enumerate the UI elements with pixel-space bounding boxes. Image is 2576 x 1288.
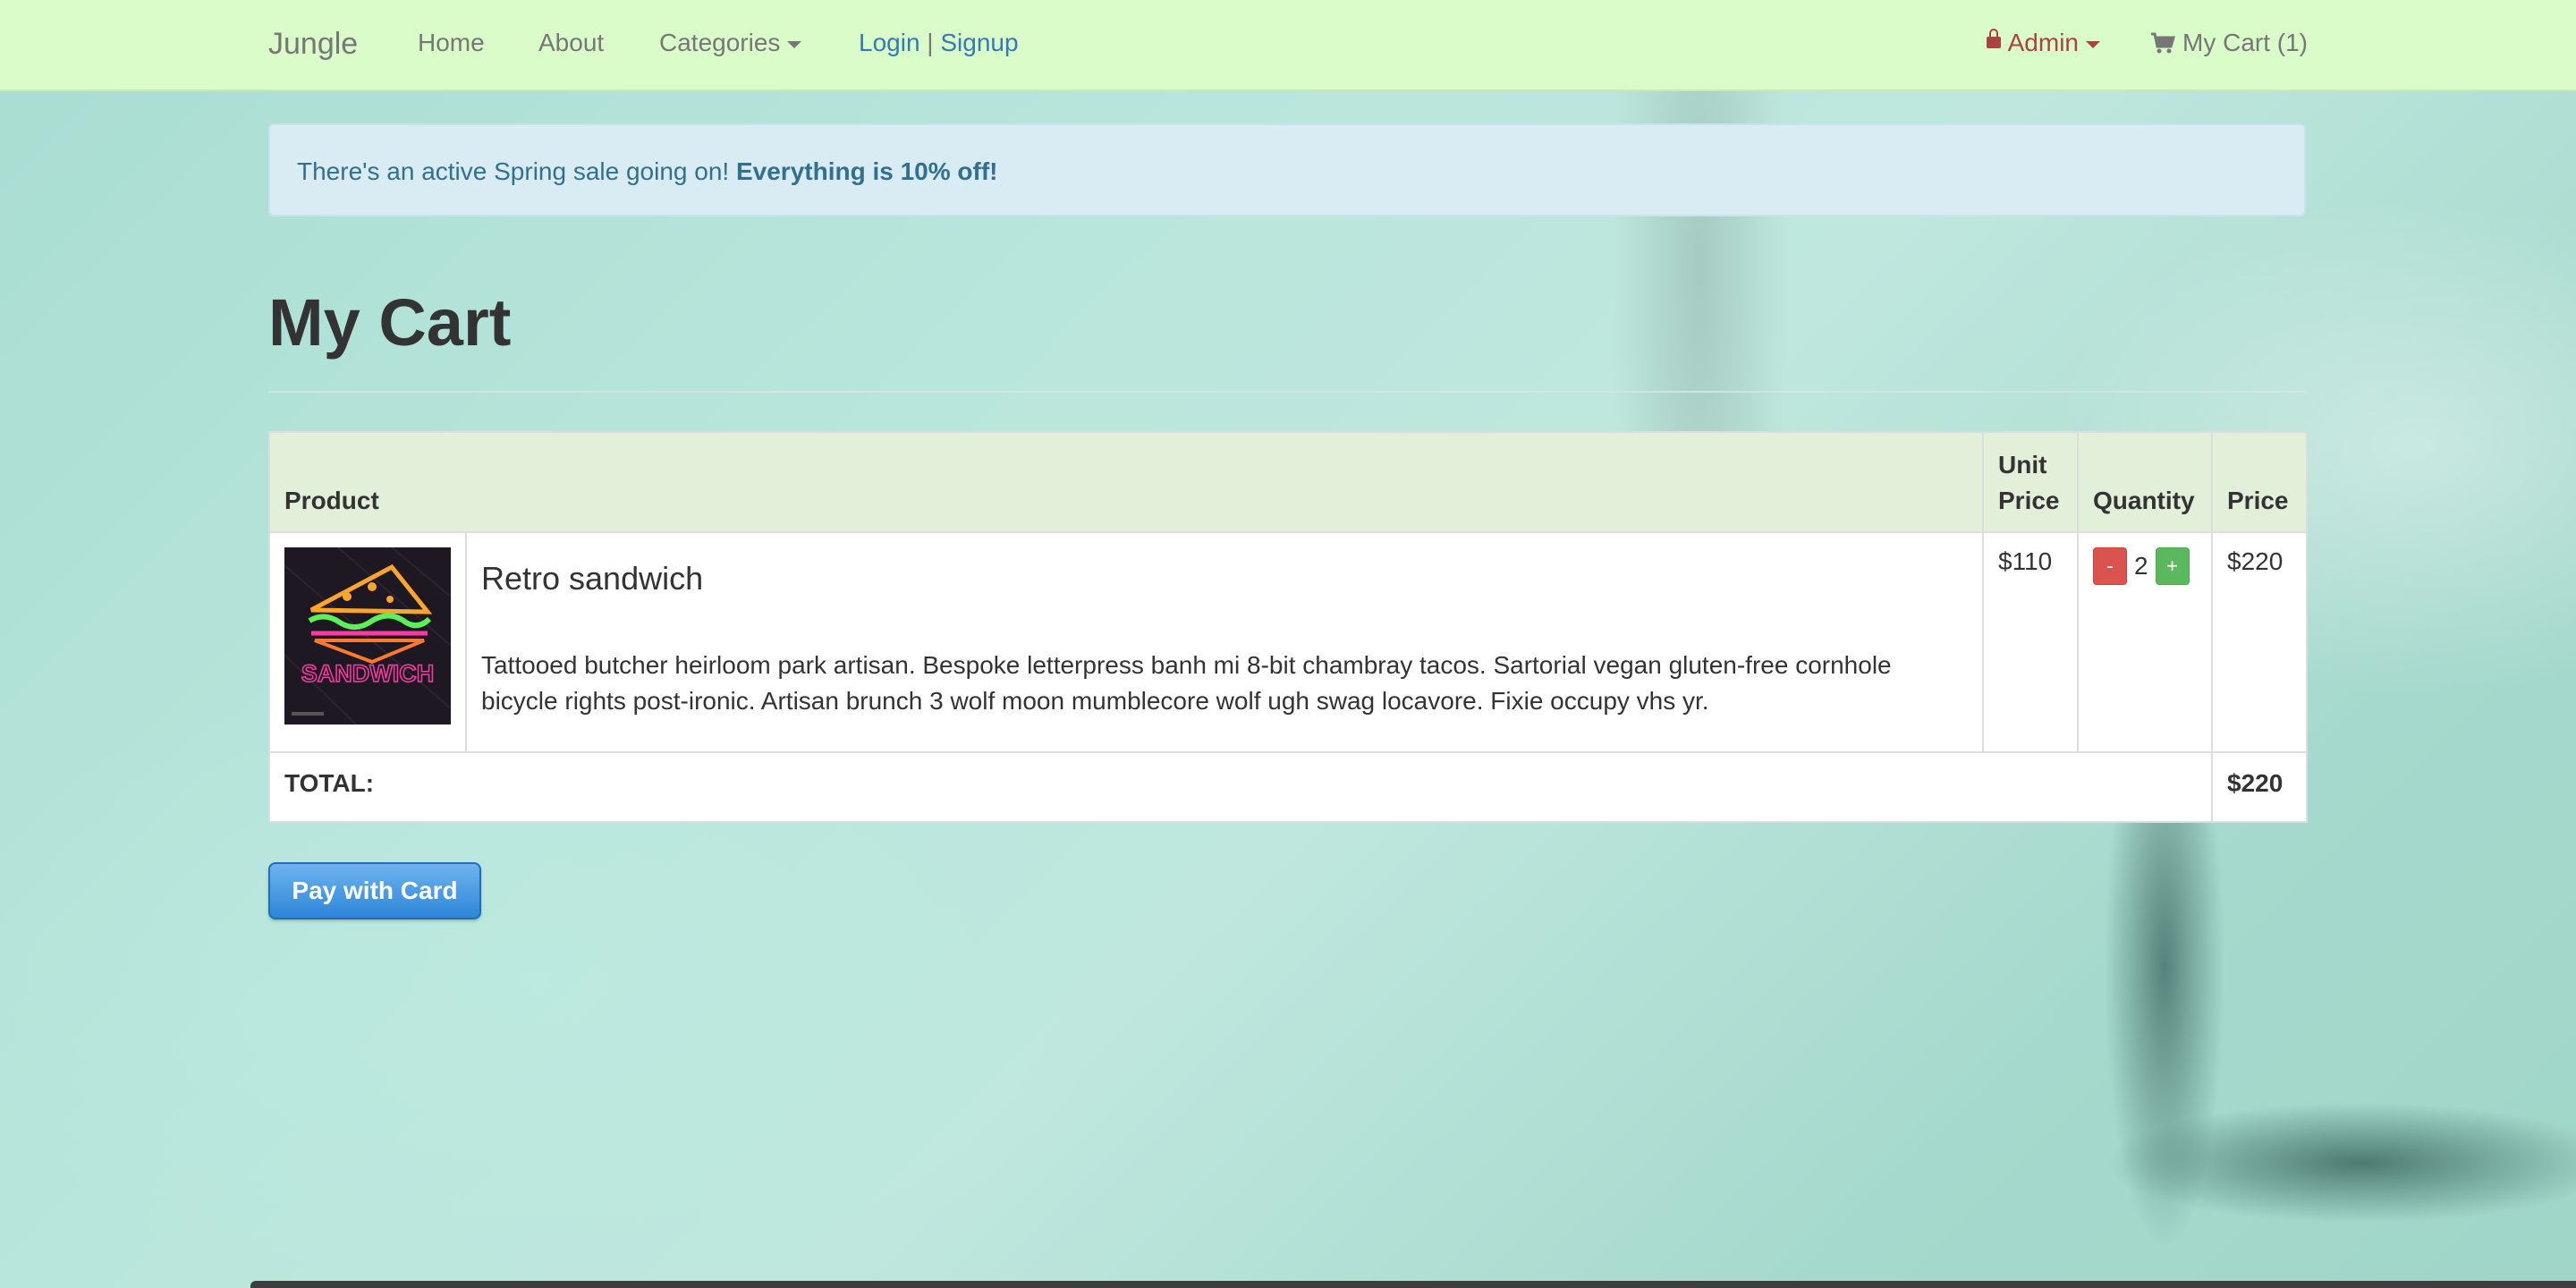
neon-sandwich-icon: SANDWICH [284,547,451,724]
nav-home-link[interactable]: Home [418,29,485,57]
navbar-container: Jungle Home About Categories Login | Sig… [268,0,2308,89]
product-image-cell: SANDWICH [268,531,467,753]
title-divider [268,391,2306,393]
alert-message: There's an active Spring sale going on! [297,157,730,185]
admin-dropdown[interactable]: Admin [1986,29,2100,57]
chevron-down-icon [2086,40,2100,48]
pay-with-card-button[interactable]: Pay with Card [268,862,481,919]
header-unit-line-2: Price [1998,487,2060,514]
line-price-cell: $220 [2211,531,2308,753]
table-body: SANDWICH Retro sandwich Tattooed butcher… [268,531,2308,823]
nav-about-link[interactable]: About [538,29,604,57]
my-cart-link[interactable]: My Cart (1) [2150,29,2308,57]
header-product: Product [268,431,1984,533]
header-price: Price [2211,431,2308,533]
product-description: Tattooed butcher heirloom park artisan. … [481,651,1892,715]
navbar: Jungle Home About Categories Login | Sig… [0,0,2576,91]
cart-table: Product Unit Price Quantity Price SANDWI… [268,431,2308,823]
alert-highlight: Everything is 10% off! [735,157,998,185]
chevron-down-icon [787,40,802,48]
table-row: SANDWICH Retro sandwich Tattooed butcher… [268,531,2308,753]
header-unit-line-1: Unit [1998,451,2047,479]
quantity-stepper: -2 + [2093,547,2197,585]
total-value: $220 [2211,751,2308,823]
signup-link[interactable]: Signup [940,29,1018,56]
table-header: Product Unit Price Quantity Price [268,431,2308,533]
product-details-cell: Retro sandwich Tattooed butcher heirloom… [465,531,1984,753]
brand-link[interactable]: Jungle [268,27,358,62]
bottom-edge-bar [250,1281,2576,1288]
login-link[interactable]: Login [859,29,920,56]
alert-text: There's an active Spring sale going on! … [297,157,998,186]
nav-categories-label: Categories [659,29,781,56]
image-caption: SANDWICH [301,660,435,687]
quantity-cell: -2 + [2077,531,2213,753]
shopping-cart-icon [2151,32,2175,54]
total-label: TOTAL: [268,751,2213,823]
product-name: Retro sandwich [481,560,704,597]
increase-quantity-button[interactable]: + [2155,547,2190,585]
admin-label: Admin [2007,29,2079,56]
total-row: TOTAL: $220 [268,751,2308,823]
my-cart-label: My Cart (1) [2182,29,2308,56]
decrease-quantity-button[interactable]: - [2093,547,2127,585]
auth-links: Login | Signup [859,29,1019,57]
header-unit-price: Unit Price [1982,431,2079,533]
unit-price-cell: $110 [1982,531,2079,753]
header-quantity: Quantity [2077,431,2213,533]
page-title: My Cart [268,285,512,360]
lock-icon [1986,29,2001,49]
product-image[interactable]: SANDWICH [284,547,451,724]
nav-categories-dropdown[interactable]: Categories [659,29,802,57]
quantity-value: 2 [2134,552,2148,580]
table-header-row: Product Unit Price Quantity Price [268,431,2308,533]
sale-alert: There's an active Spring sale going on! … [268,123,2306,216]
auth-separator: | [927,29,934,56]
